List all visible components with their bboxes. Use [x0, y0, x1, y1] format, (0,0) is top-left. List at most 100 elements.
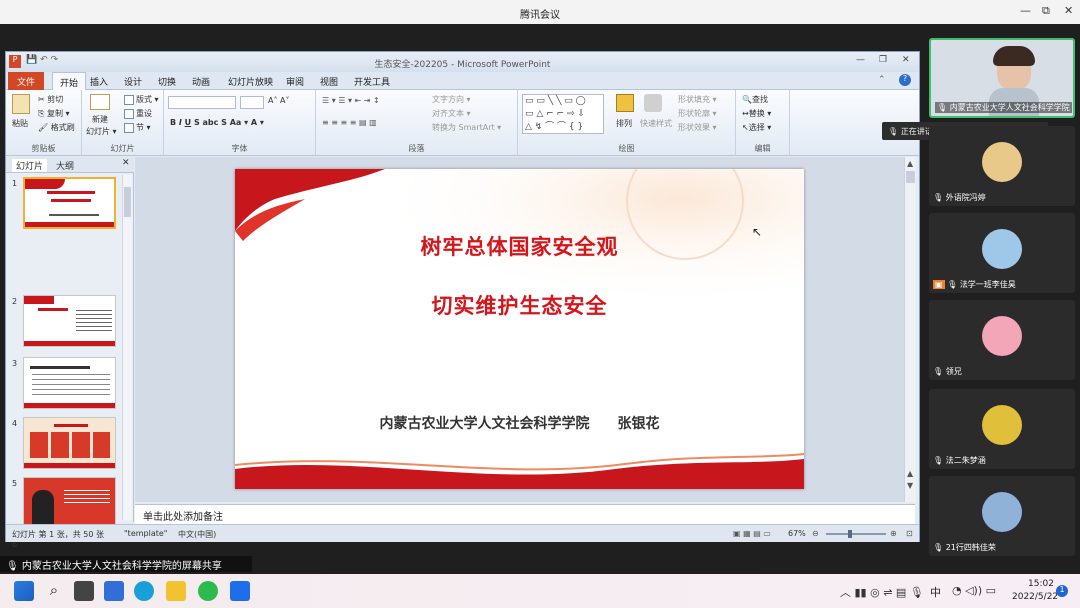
slide-title-2[interactable]: 切实维护生态安全 [235, 290, 804, 320]
tab-view[interactable]: 视图 [320, 75, 338, 88]
wechat-icon[interactable] [198, 581, 218, 601]
slide-author[interactable]: 内蒙古农业大学人文社会科学学院 张银花 [235, 413, 804, 433]
start-icon[interactable] [14, 581, 34, 601]
tab-outline-pane[interactable]: 大纲 [56, 159, 74, 172]
tab-review[interactable]: 审阅 [286, 75, 304, 88]
slide-scrollbar[interactable]: ▲ ▲ ▼ [904, 157, 916, 502]
search-icon[interactable]: ⌕ [44, 581, 64, 601]
scroll-up-icon[interactable]: ▲ [907, 159, 913, 168]
tab-slideshow[interactable]: 幻灯片放映 [228, 75, 273, 88]
thumb-text-block [76, 310, 112, 332]
tab-developer[interactable]: 开发工具 [354, 75, 390, 88]
new-slide-dropdown[interactable]: 幻灯片 ▾ [86, 126, 117, 137]
smartart-button[interactable]: 转换为 SmartArt ▾ [432, 122, 501, 133]
group-label-editing: 编辑 [754, 144, 771, 153]
zoom-slider-thumb[interactable] [848, 530, 852, 538]
slide-title-1[interactable]: 树牢总体国家安全观 [235, 231, 804, 261]
slide-thumbnail-3[interactable] [23, 357, 116, 409]
participant-tile-2[interactable]: 🎙 外语院冯婷 [929, 126, 1075, 206]
scroll-thumb[interactable] [906, 171, 915, 183]
task-view-icon[interactable] [74, 581, 94, 601]
format-painter-button[interactable]: 🖌 格式刷 [38, 122, 75, 133]
thumbnail-scrollbar[interactable] [122, 175, 132, 520]
file-explorer-icon[interactable] [166, 581, 186, 601]
align-text-button[interactable]: 对齐文本 ▾ [432, 108, 471, 119]
participant-tile-3[interactable]: ▣ 🎙 法学一班李佳昊 [929, 213, 1075, 293]
notes-pane[interactable]: 单击此处添加备注 [135, 504, 915, 524]
tray-icons[interactable]: ︿ ▮▮ ◎ ⇌ ▤ 🎙 [840, 584, 924, 600]
ppt-minimize-icon[interactable]: — [856, 55, 865, 65]
participant-avatar [982, 316, 1022, 356]
widgets-icon[interactable] [104, 581, 124, 601]
tab-insert[interactable]: 插入 [90, 75, 108, 88]
shape-outline-button[interactable]: 形状轮廓 ▾ [678, 108, 717, 119]
clock-time[interactable]: 15:02 [1028, 579, 1054, 589]
font-name-select[interactable] [168, 96, 236, 109]
clock-date[interactable]: 2022/5/22 [1012, 592, 1058, 602]
shape-fill-button[interactable]: 形状填充 ▾ [678, 94, 717, 105]
group-label-font: 字体 [231, 144, 248, 153]
tab-home[interactable]: 开始 [52, 72, 86, 91]
pane-close-icon[interactable]: ✕ [122, 158, 130, 168]
find-button[interactable]: 🔍查找 [742, 94, 768, 105]
zoom-out-icon[interactable]: ⊖ [812, 529, 819, 538]
participant-tile-5[interactable]: 🎙 法二朱梦涵 [929, 389, 1075, 469]
edge-browser-icon[interactable] [134, 581, 154, 601]
current-slide[interactable]: 树牢总体国家安全观 切实维护生态安全 内蒙古农业大学人文社会科学学院 张银花 ↖ [235, 169, 804, 489]
replace-button[interactable]: ↔替换 ▾ [742, 108, 771, 119]
participant-tile-6[interactable]: 🎙 21行四韩佳荣 [929, 476, 1075, 556]
participant-tile-presenter[interactable]: 🎙 内蒙古农业大学人文社会科学学院 [929, 38, 1075, 118]
slide-thumbnail-4[interactable] [23, 417, 116, 469]
ppt-close-icon[interactable]: ✕ [902, 55, 910, 65]
thumb-title-line [38, 308, 68, 311]
slide-thumbnail-1[interactable] [23, 177, 116, 229]
reset-button[interactable]: 重设 [124, 108, 152, 119]
reset-label: 重设 [136, 109, 152, 118]
participant-tile-4[interactable]: 🎙 领兄 [929, 300, 1075, 380]
tab-transitions[interactable]: 切换 [158, 75, 176, 88]
fit-slide-icon[interactable]: ⊡ [906, 529, 913, 538]
help-icon[interactable]: ? [899, 74, 911, 86]
grow-shrink-font-icons[interactable]: A˄ A˅ [268, 96, 290, 105]
group-label-clipboard: 剪贴板 [31, 144, 56, 153]
paste-button[interactable]: 粘贴 [12, 118, 28, 129]
network-volume-battery-icons[interactable]: ◔ ◁)) ▭ [952, 584, 996, 597]
scroll-thumb[interactable] [124, 187, 131, 217]
tab-slides-pane[interactable]: 幻灯片 [12, 159, 48, 172]
font-format-icons[interactable]: B I U S abc S Aa ▾ A ▾ [170, 118, 264, 127]
ppt-restore-icon[interactable]: ❐ [879, 55, 887, 65]
slide-editing-canvas[interactable]: 树牢总体国家安全观 切实维护生态安全 内蒙古农业大学人文社会科学学院 张银花 ↖ [135, 157, 905, 502]
copy-button[interactable]: ⎘ 复制 ▾ [38, 108, 70, 119]
list-icons[interactable]: ☰ ▾ ☰ ▾ ⇤ ⇥ ↕ [322, 96, 380, 105]
layout-button[interactable]: 版式 ▾ [124, 94, 159, 105]
text-direction-button[interactable]: 文字方向 ▾ [432, 94, 471, 105]
tab-file[interactable]: 文件 [8, 72, 44, 90]
zoom-in-icon[interactable]: ⊕ [890, 529, 897, 538]
minimize-button[interactable]: — [1020, 4, 1031, 17]
arrange-button[interactable]: 排列 [616, 118, 632, 129]
font-size-select[interactable] [240, 96, 264, 109]
input-language[interactable]: 中 [930, 584, 941, 600]
shapes-gallery[interactable]: ▭ ▭ ╲ ╲ ▭ ◯ ▭ △ ⌐ ⌐ ⇨ ⇩ △ ↯ ⌒ ⌒ { } [522, 94, 604, 134]
tab-animations[interactable]: 动画 [192, 75, 210, 88]
cut-button[interactable]: ✂ 剪切 [38, 94, 63, 105]
shape-effects-button[interactable]: 形状效果 ▾ [678, 122, 717, 133]
maximize-button[interactable]: ⧉ [1042, 4, 1050, 18]
slide-thumbnail-2[interactable] [23, 295, 116, 347]
select-button[interactable]: ↖选择 ▾ [742, 122, 771, 133]
view-buttons[interactable]: ▣ ▦ ▤ ▭ [733, 529, 771, 538]
tab-design[interactable]: 设计 [124, 75, 142, 88]
notification-badge[interactable]: 1 [1056, 585, 1068, 597]
prev-slide-icon[interactable]: ▲ [907, 469, 913, 478]
section-button[interactable]: 节 ▾ [124, 122, 151, 133]
meeting-titlebar: 腾讯会议 — ⧉ ✕ [0, 0, 1080, 24]
ribbon-collapse-icon[interactable]: ⌃ [878, 75, 886, 85]
align-icons[interactable]: ≡ ≡ ≡ ≡ ▤ ▥ [322, 118, 377, 127]
close-button[interactable]: ✕ [1064, 4, 1073, 17]
next-slide-icon[interactable]: ▼ [907, 481, 913, 490]
zoom-slider[interactable] [826, 533, 886, 535]
tencent-meeting-icon[interactable] [230, 581, 250, 601]
quick-styles-button[interactable]: 快速样式 [640, 118, 672, 129]
slide-thumbnail-5[interactable] [23, 477, 116, 529]
new-slide-button[interactable]: 新建 [92, 114, 108, 125]
